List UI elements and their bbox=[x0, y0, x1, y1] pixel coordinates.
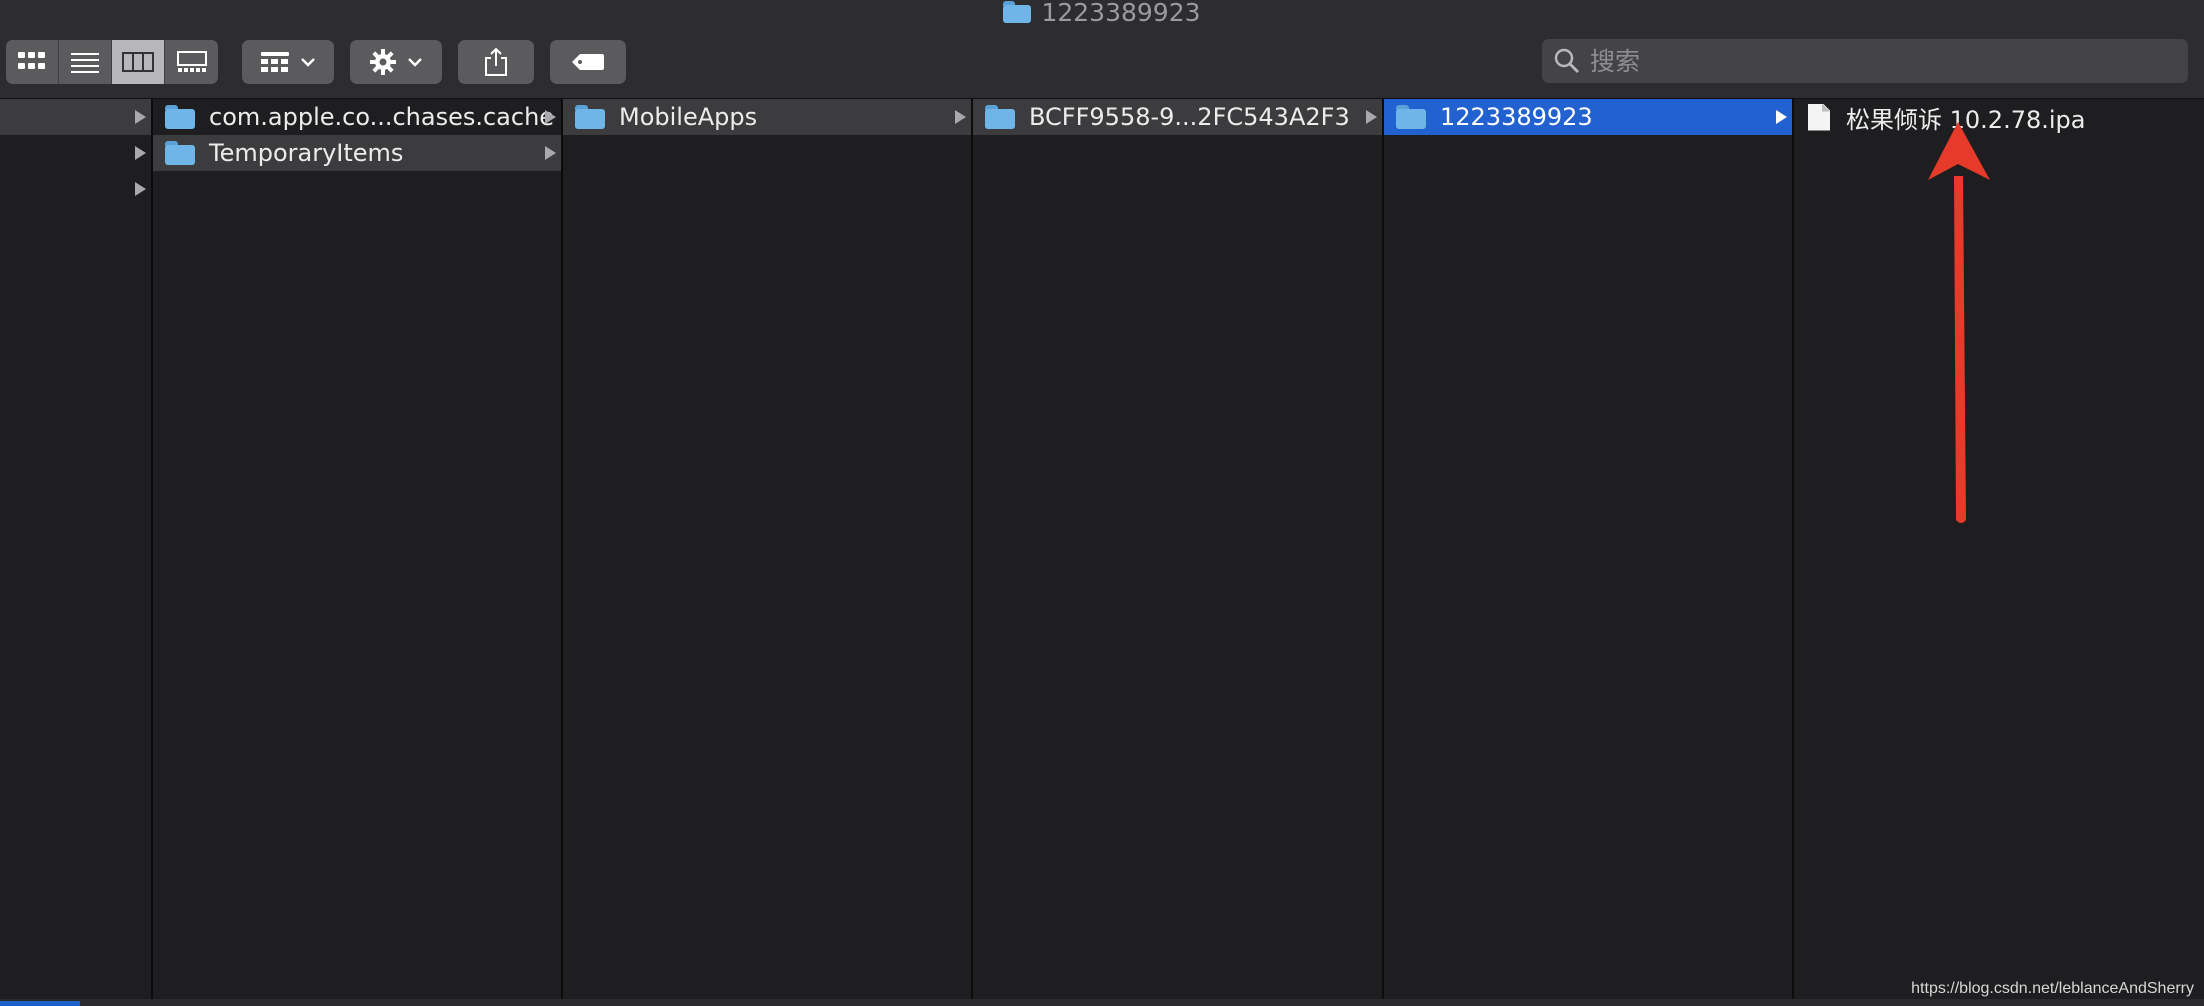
column-5: 松果倾诉 10.2.78.ipa bbox=[1794, 99, 2204, 999]
disclosure-arrow-icon bbox=[545, 110, 556, 124]
list-item[interactable]: BCFF9558-9...2FC543A2F3 bbox=[973, 99, 1382, 135]
disclosure-arrow-icon bbox=[135, 146, 146, 160]
item-label: BCFF9558-9...2FC543A2F3 bbox=[1029, 103, 1350, 131]
disclosure-arrow-icon bbox=[955, 110, 966, 124]
folder-icon bbox=[575, 105, 605, 129]
window-title: 1223389923 bbox=[0, 0, 2204, 27]
document-icon bbox=[1808, 103, 1830, 131]
watermark: https://blog.csdn.net/leblanceAndSherry bbox=[1911, 980, 2194, 997]
list-item-selected[interactable]: 1223389923 bbox=[1384, 99, 1792, 135]
list-icon bbox=[71, 53, 99, 73]
item-label: 1223389923 bbox=[1440, 103, 1593, 131]
column-0 bbox=[0, 99, 153, 999]
disclosure-arrow-icon bbox=[135, 182, 146, 196]
disclosure-arrow-icon bbox=[545, 146, 556, 160]
folder-icon bbox=[165, 141, 195, 165]
list-item[interactable] bbox=[0, 171, 151, 207]
folder-icon bbox=[1396, 105, 1426, 129]
list-item[interactable]: TemporaryItems bbox=[153, 135, 561, 171]
window-title-text: 1223389923 bbox=[1041, 0, 1201, 27]
grid-group-icon bbox=[261, 52, 289, 72]
disclosure-arrow-icon bbox=[1776, 110, 1787, 124]
list-item[interactable]: 松果倾诉 10.2.78.ipa bbox=[1794, 99, 2204, 135]
tag-button[interactable] bbox=[550, 40, 626, 84]
item-label: MobileApps bbox=[619, 103, 758, 131]
group-by-button[interactable] bbox=[242, 40, 334, 84]
action-button[interactable] bbox=[350, 40, 442, 84]
search-input[interactable] bbox=[1588, 40, 2188, 82]
gallery-view-button[interactable] bbox=[165, 40, 218, 84]
column-4: 1223389923 bbox=[1384, 99, 1794, 999]
column-2: MobileApps bbox=[563, 99, 973, 999]
icon-view-button[interactable] bbox=[6, 40, 59, 84]
share-icon bbox=[485, 47, 507, 76]
item-label: TemporaryItems bbox=[209, 139, 404, 167]
item-label: com.apple.co...chases.cache bbox=[209, 103, 555, 131]
view-mode-group bbox=[6, 40, 218, 84]
gear-icon bbox=[370, 49, 396, 75]
list-item[interactable]: MobileApps bbox=[563, 99, 971, 135]
column-browser: com.apple.co...chases.cache TemporaryIte… bbox=[0, 99, 2204, 999]
list-item[interactable] bbox=[0, 135, 151, 171]
disclosure-arrow-icon bbox=[1366, 110, 1377, 124]
list-item[interactable] bbox=[0, 99, 151, 135]
column-3: BCFF9558-9...2FC543A2F3 bbox=[973, 99, 1384, 999]
gallery-icon bbox=[176, 51, 207, 72]
columns-icon bbox=[122, 52, 154, 72]
item-label: 松果倾诉 10.2.78.ipa bbox=[1846, 105, 2086, 134]
search-field[interactable] bbox=[1542, 39, 2188, 83]
list-item[interactable]: com.apple.co...chases.cache bbox=[153, 99, 561, 135]
column-view-button[interactable] bbox=[112, 40, 165, 84]
column-1: com.apple.co...chases.cache TemporaryIte… bbox=[153, 99, 563, 999]
folder-icon bbox=[1003, 1, 1032, 23]
search-icon bbox=[1554, 48, 1579, 73]
toolbar: 1223389923 bbox=[0, 0, 2204, 99]
share-button[interactable] bbox=[458, 40, 534, 84]
disclosure-arrow-icon bbox=[135, 110, 146, 124]
chevron-down-icon bbox=[301, 58, 315, 67]
tag-icon bbox=[572, 54, 604, 70]
grid-icon bbox=[18, 52, 45, 69]
folder-icon bbox=[165, 105, 195, 129]
folder-icon bbox=[985, 105, 1015, 129]
list-view-button[interactable] bbox=[59, 40, 112, 84]
status-bar bbox=[0, 999, 2204, 1006]
chevron-down-icon bbox=[408, 58, 422, 67]
